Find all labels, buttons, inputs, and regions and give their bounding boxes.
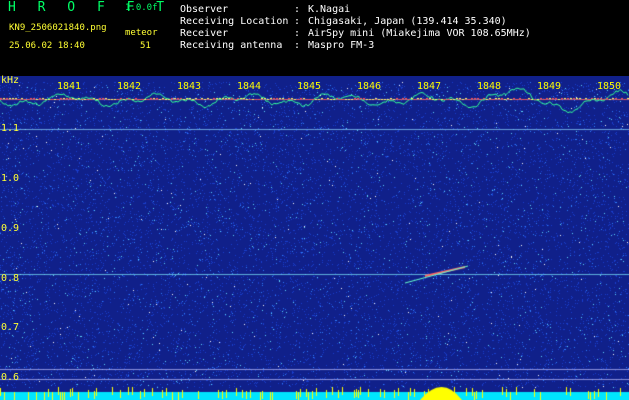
x-tick-label: 1847: [417, 81, 442, 92]
x-tick-label: 1842: [117, 81, 142, 92]
antenna-colon: :: [294, 40, 301, 51]
x-tick-label: 1848: [477, 81, 502, 92]
antenna-label: Receiving antenna: [180, 40, 283, 51]
antenna-value: Maspro FM-3: [308, 40, 375, 51]
receiver-value: AirSpy mini (Miakejima VOR 108.65MHz): [308, 28, 531, 39]
app-version: 1.0.0f: [125, 3, 158, 13]
x-tick-label: 1850: [597, 81, 622, 92]
x-tick-label: 1841: [57, 81, 82, 92]
observer-label: Observer: [180, 4, 229, 15]
meteor-count-label: meteor: [125, 28, 158, 38]
capture-timestamp: 25.06.02 18:40: [9, 41, 85, 51]
receiver-colon: :: [294, 28, 301, 39]
y-axis-unit: kHz: [1, 75, 20, 86]
y-tick-label: 1.1: [1, 123, 20, 134]
y-tick-label: 0.7: [1, 322, 20, 333]
y-tick-label: 0.8: [1, 273, 20, 284]
location-colon: :: [294, 16, 301, 27]
hrofft-window: H R O F F T 1.0.0f KN9_2506021840.png 25…: [0, 0, 629, 400]
observer-colon: :: [294, 4, 301, 15]
location-label: Receiving Location: [180, 16, 289, 27]
location-value: Chigasaki, Japan (139.414 35.340): [308, 16, 507, 27]
x-tick-label: 1846: [357, 81, 382, 92]
spectrogram-canvas: [0, 76, 629, 400]
observer-value: K.Nagai: [308, 4, 351, 15]
y-tick-label: 0.9: [1, 223, 20, 234]
x-tick-label: 1849: [537, 81, 562, 92]
y-tick-label: 0.6: [1, 372, 20, 383]
x-tick-label: 1845: [297, 81, 322, 92]
x-tick-label: 1843: [177, 81, 202, 92]
x-tick-label: 1844: [237, 81, 262, 92]
receiver-label: Receiver: [180, 28, 229, 39]
y-tick-label: 1.0: [1, 173, 20, 184]
image-filename: KN9_2506021840.png: [9, 23, 107, 33]
meteor-count-value: 51: [140, 41, 151, 51]
header-panel: H R O F F T 1.0.0f KN9_2506021840.png 25…: [0, 0, 629, 76]
